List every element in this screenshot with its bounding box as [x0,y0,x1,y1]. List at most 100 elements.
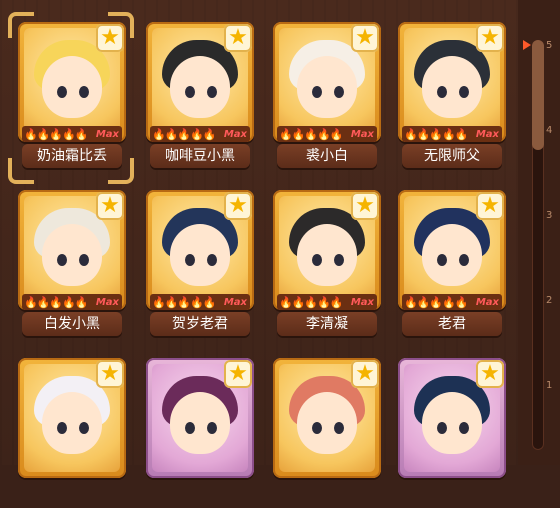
star-icon[interactable]: ★ [476,24,504,52]
hero-eye [207,254,217,266]
hero-eye [207,86,217,98]
level-bar: 🔥🔥🔥🔥🔥 Max [402,126,502,142]
flame-icon: 🔥🔥🔥🔥🔥 [152,127,216,141]
level-bar: 🔥🔥🔥🔥🔥 Max [277,294,377,310]
star-icon[interactable]: ★ [96,24,124,52]
hero-card[interactable]: ★ 🔥🔥🔥🔥🔥 Max 奶油霜比丢 [18,22,126,172]
level-bar: 🔥🔥🔥🔥🔥 Max [150,294,250,310]
hero-eye [334,422,344,434]
hero-name: 裘小白 [277,144,377,168]
hero-card[interactable]: ★ 🔥🔥🔥🔥🔥 Max 咖啡豆小黑 [146,22,254,172]
hero-eye [57,86,67,98]
level-bar: 🔥🔥🔥🔥🔥 Max [277,126,377,142]
hero-card[interactable]: ★ 🔥🔥🔥🔥🔥 Max 李清凝 [273,190,381,340]
flame-icon: 🔥🔥🔥🔥🔥 [152,295,216,309]
hero-face [42,224,102,286]
hero-face [422,392,482,454]
star-icon[interactable]: ★ [224,24,252,52]
hero-name: 老君 [402,312,502,336]
hero-eye [79,86,89,98]
hero-eye [79,254,89,266]
hero-card[interactable]: ★ 🔥🔥🔥🔥🔥 Max 无限师父 [398,22,506,172]
hero-name: 奶油霜比丢 [22,144,122,168]
hero-card[interactable]: ★ [273,358,381,508]
max-label: Max [475,296,499,308]
flame-icon: 🔥🔥🔥🔥🔥 [404,127,468,141]
hero-eye [185,254,195,266]
scrollbar[interactable]: 5 4 3 2 1 [518,0,560,465]
hero-card[interactable]: ★ [18,358,126,508]
hero-card[interactable]: ★ [146,358,254,508]
star-icon[interactable]: ★ [476,360,504,388]
hero-eye [437,254,447,266]
star-icon[interactable]: ★ [351,192,379,220]
flame-icon: 🔥🔥🔥🔥🔥 [404,295,468,309]
max-label: Max [350,128,374,140]
level-bar: 🔥🔥🔥🔥🔥 Max [150,126,250,142]
hero-face [170,56,230,118]
hero-eye [459,86,469,98]
scroll-marker-icon [523,40,531,50]
scroll-tick-label: 2 [546,295,553,306]
flame-icon: 🔥🔥🔥🔥🔥 [24,295,88,309]
hero-face [422,224,482,286]
star-icon[interactable]: ★ [351,24,379,52]
scroll-tick-label: 4 [546,125,553,136]
hero-eye [437,422,447,434]
hero-face [170,392,230,454]
hero-eye [207,422,217,434]
hero-card[interactable]: ★ 🔥🔥🔥🔥🔥 Max 白发小黑 [18,190,126,340]
hero-eye [57,254,67,266]
hero-card[interactable]: ★ 🔥🔥🔥🔥🔥 Max 贺岁老君 [146,190,254,340]
hero-eye [57,422,67,434]
scroll-tick-label: 3 [546,210,553,221]
flame-icon: 🔥🔥🔥🔥🔥 [279,295,343,309]
hero-name: 贺岁老君 [150,312,250,336]
flame-icon: 🔥🔥🔥🔥🔥 [279,127,343,141]
scroll-tick-label: 5 [546,40,553,51]
hero-eye [312,86,322,98]
star-icon[interactable]: ★ [224,192,252,220]
hero-name: 李清凝 [277,312,377,336]
hero-name: 白发小黑 [22,312,122,336]
level-bar: 🔥🔥🔥🔥🔥 Max [22,126,122,142]
hero-eye [312,422,322,434]
scroll-thumb[interactable] [532,40,544,150]
star-icon[interactable]: ★ [351,360,379,388]
hero-face [170,224,230,286]
hero-face [297,224,357,286]
hero-eye [185,422,195,434]
hero-eye [437,86,447,98]
hero-name: 无限师父 [402,144,502,168]
star-icon[interactable]: ★ [96,360,124,388]
hero-face [297,392,357,454]
hero-face [42,392,102,454]
max-label: Max [95,128,119,140]
flame-icon: 🔥🔥🔥🔥🔥 [24,127,88,141]
hero-card[interactable]: ★ 🔥🔥🔥🔥🔥 Max 老君 [398,190,506,340]
hero-eye [459,422,469,434]
hero-grid: ★ 🔥🔥🔥🔥🔥 Max 奶油霜比丢 ★ 🔥🔥🔥🔥🔥 Max 咖啡豆小黑 ★ 🔥🔥🔥🔥🔥 Max 裘小白… [0,0,518,478]
max-label: Max [223,296,247,308]
max-label: Max [223,128,247,140]
hero-eye [334,86,344,98]
level-bar: 🔥🔥🔥🔥🔥 Max [22,294,122,310]
star-icon[interactable]: ★ [96,192,124,220]
hero-eye [185,86,195,98]
star-icon[interactable]: ★ [476,192,504,220]
hero-face [297,56,357,118]
max-label: Max [475,128,499,140]
star-icon[interactable]: ★ [224,360,252,388]
scroll-tick-label: 1 [546,380,553,391]
hero-eye [312,254,322,266]
hero-card[interactable]: ★ [398,358,506,508]
hero-eye [459,254,469,266]
hero-name: 咖啡豆小黑 [150,144,250,168]
max-label: Max [350,296,374,308]
max-label: Max [95,296,119,308]
hero-face [42,56,102,118]
hero-eye [79,422,89,434]
hero-card[interactable]: ★ 🔥🔥🔥🔥🔥 Max 裘小白 [273,22,381,172]
hero-eye [334,254,344,266]
level-bar: 🔥🔥🔥🔥🔥 Max [402,294,502,310]
